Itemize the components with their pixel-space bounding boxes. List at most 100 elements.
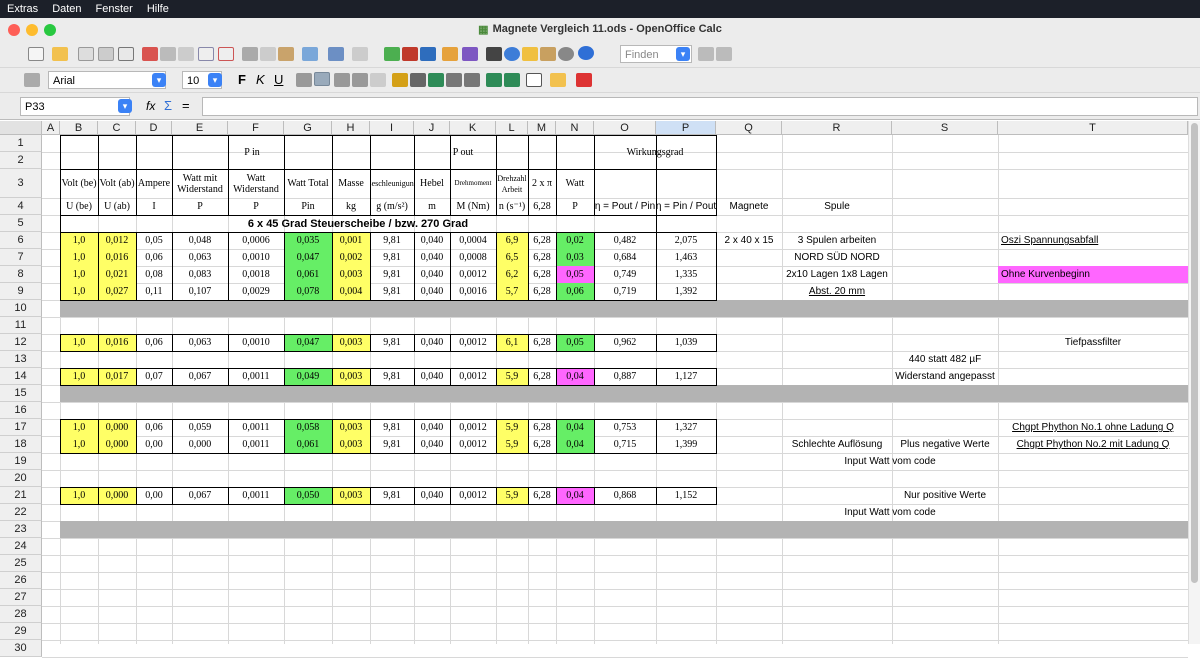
data-cell[interactable]: 0,0004 bbox=[450, 232, 496, 249]
unit-label[interactable]: Pin bbox=[284, 198, 332, 215]
data-cell[interactable]: 0,0010 bbox=[228, 334, 284, 351]
menu-fenster[interactable]: Fenster bbox=[89, 3, 140, 15]
data-cell[interactable]: 6,28 bbox=[528, 334, 556, 351]
data-cell[interactable]: 0,035 bbox=[284, 232, 332, 249]
data-cell[interactable]: 0,107 bbox=[172, 283, 228, 300]
data-cell[interactable]: 0,017 bbox=[98, 368, 136, 385]
standard-format-icon[interactable] bbox=[428, 73, 444, 87]
data-cell[interactable]: 1,0 bbox=[60, 419, 98, 436]
data-cell[interactable]: 0,002 bbox=[332, 249, 370, 266]
data-cell[interactable]: 1,0 bbox=[60, 232, 98, 249]
data-cell[interactable]: 0,001 bbox=[332, 232, 370, 249]
data-cell[interactable]: 0,061 bbox=[284, 266, 332, 283]
data-cell[interactable]: 0,003 bbox=[332, 266, 370, 283]
data-cell[interactable]: 0,003 bbox=[332, 334, 370, 351]
data-cell[interactable]: 1,0 bbox=[60, 283, 98, 300]
data-cell[interactable]: 0,000 bbox=[98, 419, 136, 436]
data-cell[interactable]: 0,016 bbox=[98, 334, 136, 351]
unit-label[interactable]: P bbox=[172, 198, 228, 215]
column-header-s[interactable]: S bbox=[892, 121, 998, 135]
data-cell[interactable]: 0,063 bbox=[172, 334, 228, 351]
data-cell[interactable]: 0,058 bbox=[284, 419, 332, 436]
row-header-30[interactable]: 30 bbox=[0, 640, 42, 657]
note-r7[interactable]: NORD SÜD NORD bbox=[782, 249, 892, 266]
data-cell[interactable]: 0,016 bbox=[98, 249, 136, 266]
data-cell[interactable]: 1,039 bbox=[656, 334, 716, 351]
data-cell[interactable]: 0,887 bbox=[594, 368, 656, 385]
data-cell[interactable]: 9,81 bbox=[370, 283, 414, 300]
column-header-f[interactable]: F bbox=[228, 121, 284, 135]
select-all-corner[interactable] bbox=[0, 121, 42, 135]
vertical-scrollbar[interactable] bbox=[1188, 121, 1200, 644]
note-q6[interactable]: 2 x 40 x 15 bbox=[716, 232, 782, 249]
percent-format-icon[interactable] bbox=[410, 73, 426, 87]
row-header-29[interactable]: 29 bbox=[0, 623, 42, 640]
font-color-icon[interactable] bbox=[576, 73, 592, 87]
unit-label[interactable]: Magnete bbox=[716, 198, 782, 215]
gallery-icon[interactable] bbox=[522, 47, 538, 61]
data-cell[interactable]: 1,327 bbox=[656, 419, 716, 436]
remove-decimal-icon[interactable] bbox=[464, 73, 480, 87]
font-size-dropdown-button[interactable]: ▾ bbox=[208, 73, 222, 87]
column-header-p[interactable]: P bbox=[656, 121, 716, 135]
data-cell[interactable]: 6,2 bbox=[496, 266, 528, 283]
data-cell[interactable]: 0,753 bbox=[594, 419, 656, 436]
data-cell[interactable]: 0,05 bbox=[136, 232, 172, 249]
data-cell[interactable]: 0,07 bbox=[136, 368, 172, 385]
data-cell[interactable]: 0,06 bbox=[136, 334, 172, 351]
column-header-g[interactable]: G bbox=[284, 121, 332, 135]
data-cell[interactable]: 5,9 bbox=[496, 419, 528, 436]
font-name-dropdown-button[interactable]: ▾ bbox=[152, 73, 166, 87]
data-cell[interactable]: 0,000 bbox=[98, 487, 136, 504]
find-next-icon[interactable] bbox=[698, 47, 714, 61]
redo-icon[interactable] bbox=[352, 47, 368, 61]
decrease-indent-icon[interactable] bbox=[486, 73, 502, 87]
row-header-10[interactable]: 10 bbox=[0, 300, 42, 317]
find-dropdown-button[interactable]: ▾ bbox=[676, 47, 690, 61]
row-header-9[interactable]: 9 bbox=[0, 283, 42, 300]
menu-hilfe[interactable]: Hilfe bbox=[140, 3, 176, 15]
row-header-12[interactable]: 12 bbox=[0, 334, 42, 351]
unit-label[interactable]: U (be) bbox=[60, 198, 98, 215]
data-cell[interactable]: 0,0010 bbox=[228, 249, 284, 266]
data-cell[interactable]: 6,28 bbox=[528, 283, 556, 300]
align-center-icon[interactable] bbox=[314, 72, 330, 86]
data-cell[interactable]: 1,0 bbox=[60, 487, 98, 504]
data-cell[interactable]: 0,00 bbox=[136, 487, 172, 504]
note-s21[interactable]: Nur positive Werte bbox=[892, 487, 998, 504]
data-cell[interactable]: 1,335 bbox=[656, 266, 716, 283]
data-cell[interactable]: 0,000 bbox=[98, 436, 136, 453]
currency-format-icon[interactable] bbox=[392, 73, 408, 87]
borders-icon[interactable] bbox=[526, 73, 542, 87]
header-p-out[interactable]: P out bbox=[332, 135, 594, 169]
data-cell[interactable]: 1,0 bbox=[60, 368, 98, 385]
note-rs19[interactable]: Input Watt vom code bbox=[782, 453, 998, 470]
unit-label[interactable]: M (Nm) bbox=[450, 198, 496, 215]
data-cell[interactable]: 0,962 bbox=[594, 334, 656, 351]
data-cell[interactable]: 0,0012 bbox=[450, 368, 496, 385]
align-right-icon[interactable] bbox=[334, 73, 350, 87]
column-title[interactable]: Volt (ab) bbox=[98, 169, 136, 198]
data-cell[interactable]: 6,28 bbox=[528, 232, 556, 249]
data-cell[interactable]: 0,0029 bbox=[228, 283, 284, 300]
data-cell[interactable]: 0,04 bbox=[556, 487, 594, 504]
data-cell[interactable]: 6,28 bbox=[528, 368, 556, 385]
row-header-4[interactable]: 4 bbox=[0, 198, 42, 215]
data-cell[interactable]: 0,0018 bbox=[228, 266, 284, 283]
paste-icon[interactable] bbox=[278, 47, 294, 61]
unit-label[interactable]: η = Pout / Pin bbox=[594, 198, 656, 215]
justify-icon[interactable] bbox=[352, 73, 368, 87]
data-cell[interactable]: 6,9 bbox=[496, 232, 528, 249]
data-cell[interactable]: 0,050 bbox=[284, 487, 332, 504]
header-wirkungsgrad[interactable]: Wirkungsgrad bbox=[594, 135, 716, 169]
column-header-k[interactable]: K bbox=[450, 121, 496, 135]
data-cell[interactable]: 9,81 bbox=[370, 266, 414, 283]
column-title[interactable]: Watt Widerstand bbox=[228, 169, 284, 198]
data-cell[interactable]: 0,04 bbox=[556, 368, 594, 385]
data-cell[interactable]: 9,81 bbox=[370, 249, 414, 266]
data-cell[interactable]: 0,040 bbox=[414, 368, 450, 385]
row-header-11[interactable]: 11 bbox=[0, 317, 42, 334]
data-cell[interactable]: 0,067 bbox=[172, 487, 228, 504]
note-t6[interactable]: Oszi Spannungsabfall bbox=[998, 232, 1188, 249]
data-cell[interactable]: 0,04 bbox=[556, 419, 594, 436]
